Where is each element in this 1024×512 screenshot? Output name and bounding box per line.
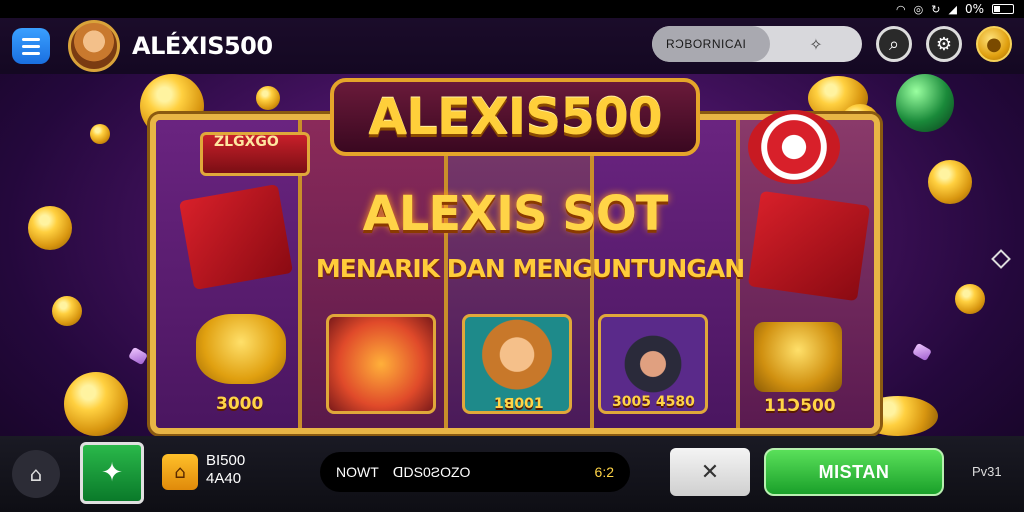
coin-decor	[64, 372, 128, 436]
sparkle-icon[interactable]: ✧	[770, 35, 862, 54]
game-logo: ALEXIS500	[330, 78, 700, 156]
green-orb	[896, 74, 954, 132]
close-icon: ✕	[700, 459, 720, 485]
shop-icon[interactable]: ⌂	[162, 454, 198, 490]
girl-label: 1ꓭ001	[494, 396, 544, 412]
coin-pile-label: 3000	[216, 394, 264, 414]
gem-decor	[128, 346, 148, 366]
sync-icon: ↻	[931, 2, 941, 16]
alarm-icon: ◎	[913, 2, 924, 16]
spin-button[interactable]: MISTAN	[764, 448, 944, 496]
red-box-label: ZLGXGO	[214, 134, 279, 150]
chip-symbol	[748, 110, 840, 184]
promo-pill[interactable]: RƆBORNICAI ✧	[652, 26, 862, 62]
battery-icon	[992, 4, 1014, 14]
coin-decor	[52, 296, 82, 326]
coin-pile-symbol	[196, 314, 286, 384]
game-tagline: MENARIK DAN MENGUNTUNGAN	[315, 254, 745, 283]
gold-bag-symbol	[754, 322, 842, 392]
bottom-bar: ⌂ ✦ ⌂ BI500 4A40 NOWT ꓷDS0ƧOZO 6:2 ✕ MIS…	[0, 436, 1024, 512]
info-bar: NOWT ꓷDS0ƧOZO 6:2	[320, 452, 630, 492]
coin-decor	[955, 284, 985, 314]
coin-decor	[256, 86, 280, 110]
clover-icon: ✦	[101, 458, 123, 488]
coin-icon[interactable]: ●	[976, 26, 1012, 62]
home-icon: ⌂	[29, 462, 43, 486]
red-envelope-symbol	[747, 190, 871, 302]
balance: BI500 4A40	[206, 452, 245, 488]
status-bar: ◠ ◎ ↻ ◢ 0%	[0, 0, 1024, 18]
promo-label: RƆBORNICAI	[652, 26, 770, 62]
bonus-button[interactable]: ✦	[80, 442, 144, 504]
game-subtitle: ALEXIS SOT	[362, 186, 669, 242]
home-button[interactable]: ⌂	[12, 450, 60, 498]
corner-text: Pv31	[972, 464, 1002, 479]
coin-decor	[90, 124, 110, 144]
wifi-icon: ◠	[896, 2, 906, 16]
search-icon[interactable]: ⌕	[876, 26, 912, 62]
battery-percent: 0%	[964, 2, 984, 16]
coin-decor	[28, 206, 72, 250]
signal-icon: ◢	[948, 2, 957, 16]
info-right: 6:2	[594, 464, 614, 480]
game-screen: ◠ ◎ ↻ ◢ 0% ALÉXIS500 RƆBORNICAI ✧ ⌕ ⚙ ●	[0, 0, 1024, 512]
game-title: ALEXIS500	[368, 88, 662, 146]
gem-decor	[912, 342, 932, 362]
balance-line-2: 4A40	[206, 470, 242, 487]
avatar[interactable]	[68, 20, 120, 72]
bag-label: 11Ɔ500	[764, 396, 836, 416]
username: ALÉXIS500	[132, 32, 273, 60]
gear-icon[interactable]: ⚙	[926, 26, 962, 62]
menu-button[interactable]	[12, 28, 50, 64]
balance-line-1: BI500	[206, 452, 246, 469]
coin-decor	[928, 160, 972, 204]
info-left: NOWT	[336, 464, 379, 480]
red-envelope-symbol	[178, 184, 294, 290]
cancel-button[interactable]: ✕	[670, 448, 750, 496]
info-mid: ꓷDS0ƧOZO	[392, 463, 471, 480]
top-bar: ALÉXIS500 RƆBORNICAI ✧ ⌕ ⚙ ●	[0, 18, 1024, 74]
scroll-symbol	[326, 314, 436, 414]
diamond-icon[interactable]	[991, 249, 1011, 269]
play-area: ZLGXGO 3000 1ꓭ001 3005 4580 11Ɔ500 ALEXI…	[0, 74, 1024, 436]
menu-icon	[22, 37, 40, 41]
pirate-label: 3005 4580	[612, 394, 695, 410]
